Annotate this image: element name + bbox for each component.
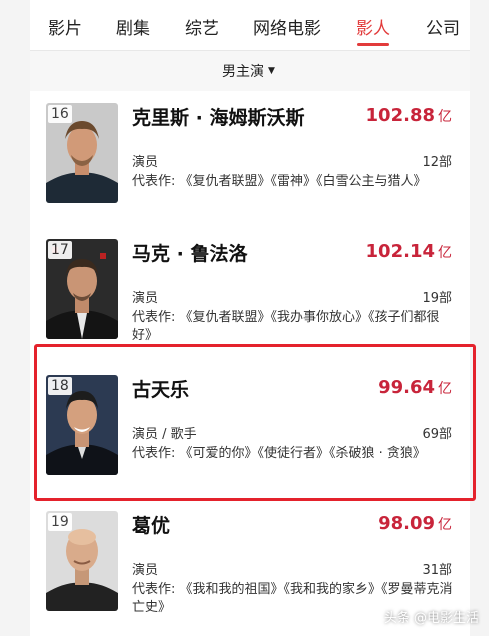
- tab-series[interactable]: 剧集: [116, 14, 150, 39]
- actor-photo: 17: [46, 239, 118, 339]
- box-office-value: 102.14: [365, 241, 435, 262]
- tab-web-films[interactable]: 网络电影: [253, 14, 321, 39]
- list-item[interactable]: 17 马克 · 鲁法洛 102.14 亿 演员 19部 代表作: 《复仇者联盟》《…: [30, 227, 470, 361]
- box-office-unit: 亿: [438, 517, 452, 533]
- actor-role: 演员: [132, 563, 159, 578]
- caret-down-icon: ▼: [268, 66, 275, 76]
- watermark: 头条 @电影生活: [383, 611, 479, 626]
- actor-name: 马克 · 鲁法洛: [132, 243, 248, 265]
- actor-photo: 16: [46, 103, 118, 203]
- actor-photo: 19: [46, 511, 118, 611]
- actor-role: 演员: [132, 291, 159, 306]
- actor-role: 演员: [132, 155, 159, 170]
- list-item[interactable]: 16 克里斯 · 海姆斯沃斯 102.88 亿 演员 12部 代表作: 《复仇者联…: [30, 91, 470, 225]
- tab-people[interactable]: 影人: [356, 14, 390, 39]
- representative-works: 代表作: 《复仇者联盟》《我办事你放心》《孩子们都很好》: [132, 310, 440, 343]
- highlight-box: [34, 344, 476, 501]
- filter-label: 男主演: [222, 64, 264, 80]
- rank-badge: 16: [48, 105, 72, 123]
- rank-badge: 17: [48, 241, 72, 259]
- box-office: 102.14 亿: [366, 241, 452, 262]
- tab-films[interactable]: 影片: [48, 14, 82, 39]
- role-filter-dropdown[interactable]: 男主演 ▼: [222, 61, 275, 81]
- rank-badge: 19: [48, 513, 72, 531]
- box-office-unit: 亿: [438, 109, 452, 125]
- actor-name: 克里斯 · 海姆斯沃斯: [132, 107, 305, 129]
- representative-works: 代表作: 《复仇者联盟》《雷神》《白雪公主与猎人》: [132, 174, 427, 189]
- box-office: 102.88 亿: [366, 105, 452, 126]
- film-count: 19部: [422, 291, 452, 306]
- actor-name: 葛优: [132, 515, 171, 537]
- category-tabs: 影片 剧集 综艺 网络电影 影人 公司: [30, 0, 470, 50]
- tab-variety[interactable]: 综艺: [185, 14, 219, 39]
- filter-bar: 男主演 ▼: [30, 51, 470, 91]
- box-office-value: 98.09: [378, 513, 435, 534]
- film-count: 12部: [422, 155, 452, 170]
- box-office-unit: 亿: [438, 245, 452, 261]
- box-office: 98.09 亿: [378, 513, 452, 534]
- active-tab-indicator: [357, 43, 389, 46]
- film-count: 31部: [422, 563, 452, 578]
- box-office-value: 102.88: [365, 105, 435, 126]
- tab-companies[interactable]: 公司: [426, 14, 460, 39]
